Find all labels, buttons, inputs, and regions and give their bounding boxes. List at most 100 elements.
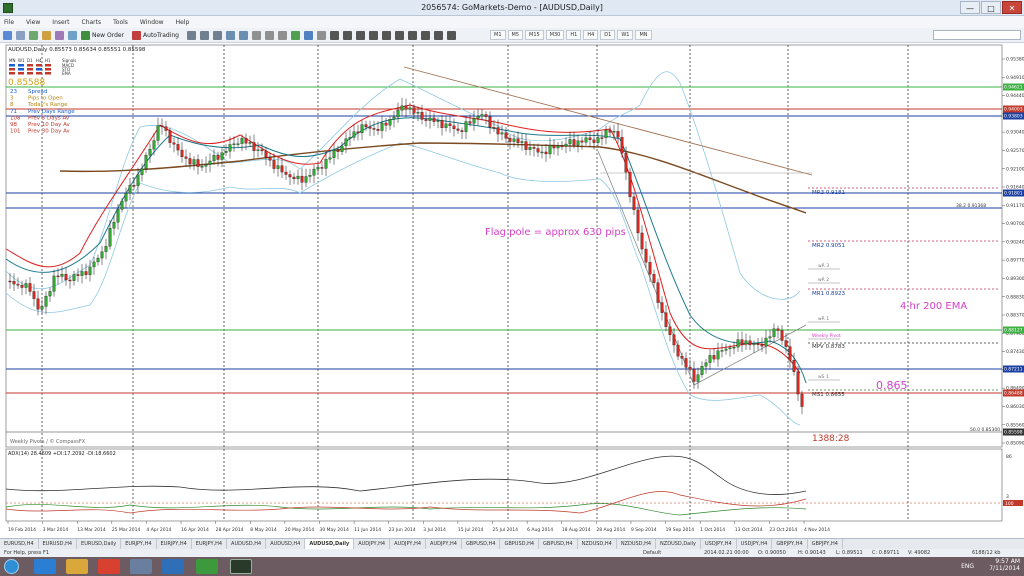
chart-tab[interactable]: EURUSD,Daily [77,539,122,549]
explorer-icon[interactable] [66,559,88,574]
tray-language[interactable]: ENG [961,563,974,570]
data-window-icon[interactable] [42,30,51,40]
chart-tab[interactable]: GBPUSD,H4 [539,539,578,549]
menu-charts[interactable]: Charts [82,19,102,26]
zoom-out-icon[interactable] [239,30,248,40]
vertical-line-icon[interactable] [356,30,365,40]
search-input[interactable] [933,30,1021,40]
title-bar: 2056574: GoMarkets-Demo - [AUDUSD,Daily]… [0,0,1024,16]
candle-body [320,167,324,169]
autotrading-button[interactable]: AutoTrading [132,30,179,40]
timeframe-h1[interactable]: H1 [566,30,582,40]
candle-body [612,131,616,133]
zoom-in-icon[interactable] [226,30,235,40]
chart-tab[interactable]: AUDUSD,Daily [305,539,355,549]
close-button[interactable]: ✕ [1002,1,1022,14]
autoscroll-icon[interactable] [265,30,274,40]
trendline-icon[interactable] [382,30,391,40]
crosshair-icon[interactable] [343,30,352,40]
word-icon[interactable] [162,559,184,574]
navigator-icon[interactable] [55,30,64,40]
chart-tab[interactable]: GBPJPY,H4 [808,539,843,549]
line-chart-icon[interactable] [213,30,222,40]
chart-tab[interactable]: GBPJPY,H4 [772,539,808,549]
horizontal-line-icon[interactable] [369,30,378,40]
chart-tab[interactable]: AUDJPY,H4 [390,539,427,549]
templates-icon[interactable] [317,30,326,40]
chart-tab[interactable]: NZDUSD,H4 [578,539,617,549]
chart-tab[interactable]: GBPUSD,H4 [462,539,501,549]
excel-icon[interactable] [196,559,218,574]
chart-tab[interactable]: GBPUSD,H4 [500,539,540,549]
candle-body [236,143,240,145]
tile-icon[interactable] [252,30,261,40]
pivot-label-ws1: wS 1 [818,374,829,380]
chart-tab[interactable]: EURUSD,H4 [0,539,39,549]
candle-body [280,165,284,173]
chart-tab[interactable]: EURJPY,H4 [121,539,157,549]
chart-tab[interactable]: AUDJPY,H4 [354,539,391,549]
candle-body [140,168,144,176]
candlestick-icon[interactable] [200,30,209,40]
ie-icon[interactable] [34,559,56,574]
price-tag-label: 0.86488 [1004,391,1023,397]
chart-tab[interactable]: AUDUSD,H4 [266,539,306,549]
timeframe-m5[interactable]: M5 [507,30,523,40]
candle-body [292,176,296,180]
candle-body [632,196,636,211]
tray-date[interactable]: 7/11/2014 [989,565,1020,572]
timeframe-m30[interactable]: M30 [545,30,565,40]
chart-tab[interactable]: NZDUSD,Daily [656,539,701,549]
signal-cell [36,68,42,71]
channel-icon[interactable] [395,30,404,40]
menu-view[interactable]: View [26,19,40,26]
chart-tab[interactable]: AUDUSD,H4 [227,539,267,549]
timeframe-h4[interactable]: H4 [583,30,599,40]
cursor-icon[interactable] [330,30,339,40]
tray-time[interactable]: 9:57 AM [989,558,1020,565]
date-tick-label: 25 Jul 2014 [493,527,519,533]
chart-tab[interactable]: AUDJPY,H4 [426,539,462,549]
fibonacci-icon[interactable] [408,30,417,40]
timeframe-m1[interactable]: M1 [490,30,506,40]
chart-tab[interactable]: EURJPY,H4 [157,539,192,549]
indicators-icon[interactable] [291,30,300,40]
market-watch-icon[interactable] [29,30,38,40]
new-chart-icon[interactable] [3,30,12,40]
new-order-button[interactable]: New Order [81,30,124,40]
menu-insert[interactable]: Insert [52,19,69,26]
bar-chart-icon[interactable] [187,30,196,40]
terminal-icon[interactable] [68,30,77,40]
chart-window[interactable]: 0.953800.949100.944400.935100.930400.925… [0,43,1024,539]
chart-tab[interactable]: USDJPY,H4 [737,539,773,549]
menu-window[interactable]: Window [140,19,164,26]
minimize-button[interactable]: — [960,1,980,14]
chart-tab[interactable]: EURUSD,H4 [39,539,78,549]
candle-body [540,151,544,154]
chart-shift-icon[interactable] [278,30,287,40]
chart-tab[interactable]: NZDUSD,H4 [617,539,657,549]
timeframe-m15[interactable]: M15 [525,30,544,40]
calculator-icon[interactable] [130,559,152,574]
current-price-big: 0.85588 [8,78,45,88]
metatrader-icon[interactable] [230,559,252,574]
timeframe-d1[interactable]: D1 [600,30,616,40]
chrome-icon[interactable] [98,559,120,574]
candle-body [528,147,532,150]
chart-tab[interactable]: EURJPY,H4 [192,539,228,549]
candle-body [152,140,156,150]
arrows-icon[interactable] [447,30,456,40]
date-tick-label: 9 Sep 2014 [631,527,657,533]
periods-icon[interactable] [304,30,313,40]
menu-help[interactable]: Help [176,19,190,26]
menu-tools[interactable]: Tools [113,19,128,26]
label-icon[interactable] [434,30,443,40]
timeframe-w1[interactable]: W1 [617,30,634,40]
chart-tab[interactable]: USDJPY,H4 [701,539,737,549]
timeframe-mn[interactable]: MN [635,30,652,40]
menu-file[interactable]: File [4,19,14,26]
maximize-button[interactable]: □ [981,1,1001,14]
profiles-icon[interactable] [16,30,25,40]
text-icon[interactable] [421,30,430,40]
start-button-icon[interactable] [4,559,19,574]
